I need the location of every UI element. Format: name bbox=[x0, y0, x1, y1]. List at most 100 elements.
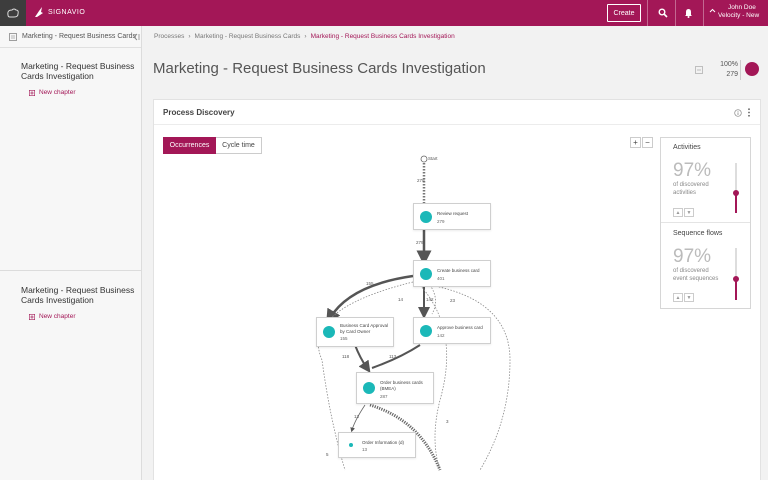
panel-divider bbox=[661, 222, 750, 223]
activity-create-business-card[interactable]: Create business card 401 bbox=[413, 260, 491, 287]
user-menu[interactable]: John Doe Velocity - New bbox=[718, 4, 759, 20]
activity-count: 142 bbox=[437, 333, 445, 338]
activity-name: Order business cards (BMEA) bbox=[380, 380, 423, 391]
card-divider bbox=[154, 124, 760, 125]
chevron-up-icon[interactable] bbox=[709, 8, 716, 13]
user-name: John Doe bbox=[728, 4, 756, 11]
activity-count: 401 bbox=[437, 276, 445, 281]
flow-label: 14 bbox=[398, 297, 404, 302]
activity-count: 155 bbox=[340, 336, 348, 341]
breadcrumb: Processes › Marketing - Request Business… bbox=[154, 33, 455, 40]
activity-marker bbox=[363, 382, 375, 394]
plus-box-icon bbox=[29, 89, 35, 96]
metric-toggle: Occurrences Cycle time bbox=[163, 137, 262, 154]
case-count: 279 bbox=[726, 71, 738, 78]
activity-card-approval-owner[interactable]: Business Card Approval by Card Owner 155 bbox=[316, 317, 394, 347]
start-label: Start bbox=[428, 156, 438, 161]
flow-label: 155 bbox=[366, 281, 374, 286]
activities-slider-fill bbox=[735, 193, 737, 213]
flow-label: 13 bbox=[354, 414, 360, 419]
flow-label: 3 bbox=[446, 419, 449, 424]
collapse-sidebar-icon[interactable] bbox=[132, 33, 140, 41]
search-button[interactable] bbox=[655, 5, 671, 21]
activity-name: Business Card Approval by Card Owner bbox=[340, 323, 389, 334]
activity-name: Review request bbox=[437, 211, 469, 216]
activity-name: Create business card bbox=[437, 268, 480, 273]
bell-icon bbox=[684, 9, 692, 18]
activities-description: of discovered activities bbox=[673, 182, 709, 196]
activity-review-request[interactable]: Review request 279 bbox=[413, 203, 491, 230]
flow-label: 279 bbox=[416, 240, 424, 245]
activity-marker bbox=[420, 210, 432, 223]
activity-count: 13 bbox=[362, 447, 368, 452]
sidebar-section: Marketing - Request Business Cards Inves… bbox=[21, 61, 136, 96]
sidebar-header: Marketing - Request Business Cards bbox=[0, 26, 141, 48]
logo-text: SIGNAVIO bbox=[48, 8, 86, 16]
sequence-flows-slider-fill bbox=[735, 279, 737, 300]
notifications-button[interactable] bbox=[680, 5, 696, 21]
sequence-flows-stepper: ▲ ▼ bbox=[673, 293, 694, 302]
activities-percent: 97% bbox=[673, 160, 712, 181]
info-icon[interactable] bbox=[734, 109, 742, 117]
chevron-right-icon: › bbox=[188, 33, 191, 40]
chevron-right-icon: › bbox=[304, 33, 307, 40]
sidebar-section: Marketing - Request Business Cards Inves… bbox=[21, 285, 136, 320]
topbar-divider bbox=[703, 0, 704, 26]
sidebar-divider bbox=[0, 270, 141, 271]
sidebar-section-title[interactable]: Marketing - Request Business Cards Inves… bbox=[21, 61, 136, 81]
activity-marker bbox=[420, 267, 432, 280]
sidebar-header-title: Marketing - Request Business Cards bbox=[22, 33, 136, 40]
activity-approve-business-card[interactable]: Approve business card 142 bbox=[413, 317, 491, 344]
activity-count: 279 bbox=[437, 219, 445, 224]
increase-button[interactable]: ▲ bbox=[673, 293, 683, 302]
activities-stepper: ▲ ▼ bbox=[673, 208, 694, 217]
flow-label: 23 bbox=[450, 298, 456, 303]
flow-label: 279 bbox=[417, 178, 425, 183]
zoom-in-button[interactable]: + bbox=[630, 137, 641, 148]
page-title: Marketing - Request Business Cards Inves… bbox=[153, 60, 486, 77]
flow-label: 118 bbox=[342, 354, 350, 359]
home-button[interactable] bbox=[0, 0, 26, 26]
coverage-percent: 100% bbox=[720, 61, 738, 68]
decrease-button[interactable]: ▼ bbox=[684, 208, 694, 217]
tab-occurrences[interactable]: Occurrences bbox=[163, 137, 216, 154]
flow-label: 113 bbox=[389, 354, 397, 359]
activity-marker bbox=[349, 443, 353, 447]
new-chapter-label: New chapter bbox=[39, 313, 76, 320]
sidebar: Marketing - Request Business Cards Marke… bbox=[0, 26, 142, 480]
create-button[interactable]: Create bbox=[607, 4, 641, 22]
flow-label: 5 bbox=[326, 452, 329, 457]
decrease-button[interactable]: ▼ bbox=[684, 293, 694, 302]
tab-cycle-time[interactable]: Cycle time bbox=[216, 137, 262, 154]
workspace-name: Velocity - New bbox=[718, 12, 760, 19]
logo-icon bbox=[35, 7, 43, 17]
topbar-divider bbox=[647, 0, 648, 26]
activity-marker bbox=[323, 326, 335, 338]
header-divider bbox=[740, 60, 741, 80]
sequence-flows-percent: 97% bbox=[673, 246, 712, 267]
activity-marker bbox=[420, 324, 432, 337]
top-bar: SIGNAVIO Create John Doe Velocity - New bbox=[0, 0, 768, 26]
coverage-summary: 100% 279 bbox=[712, 60, 738, 80]
zoom-out-button[interactable]: − bbox=[642, 137, 653, 148]
breadcrumb-item[interactable]: Marketing - Request Business Cards bbox=[195, 33, 301, 40]
activity-order-business-cards[interactable]: Order business cards (BMEA) 287 bbox=[356, 372, 434, 404]
signavio-logo[interactable]: SIGNAVIO bbox=[34, 6, 85, 18]
home-icon bbox=[7, 8, 19, 18]
sidebar-section-title[interactable]: Marketing - Request Business Cards Inves… bbox=[21, 285, 136, 305]
breadcrumb-item[interactable]: Processes bbox=[154, 33, 184, 40]
more-options-icon[interactable] bbox=[747, 108, 751, 117]
sequence-flows-description: of discovered event sequences bbox=[673, 268, 719, 282]
sequence-flows-title: Sequence flows bbox=[673, 230, 723, 237]
increase-button[interactable]: ▲ bbox=[673, 208, 683, 217]
document-icon bbox=[9, 33, 17, 41]
activity-name: Order Information (d) bbox=[362, 440, 405, 445]
status-indicator[interactable] bbox=[745, 62, 759, 76]
activity-order-information[interactable]: Order Information (d) 13 bbox=[338, 432, 416, 458]
activities-slider-handle[interactable] bbox=[733, 190, 739, 196]
new-chapter-label: New chapter bbox=[39, 89, 76, 96]
activity-name: Approve business card bbox=[437, 325, 483, 330]
new-chapter-link[interactable]: New chapter bbox=[29, 89, 76, 96]
new-chapter-link[interactable]: New chapter bbox=[29, 313, 76, 320]
comment-icon[interactable] bbox=[695, 66, 703, 74]
